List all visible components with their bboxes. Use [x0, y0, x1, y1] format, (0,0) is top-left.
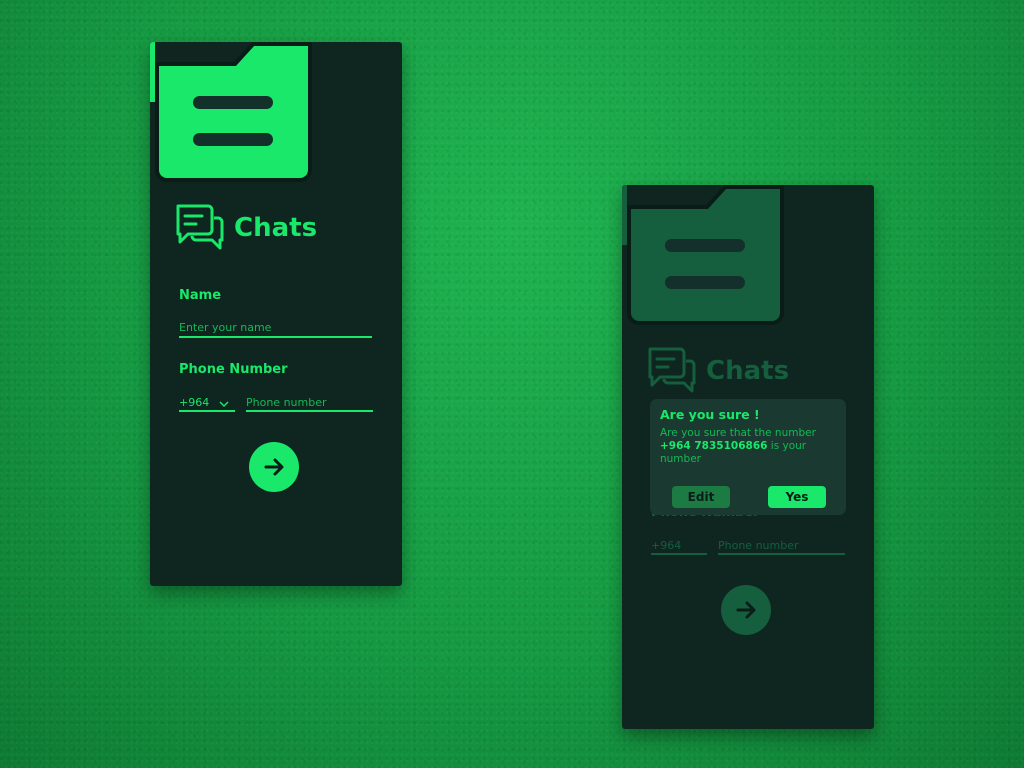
country-code-select[interactable]: +964 — [651, 535, 707, 555]
chat-bubbles-icon — [176, 204, 224, 250]
name-label: Name — [179, 288, 222, 303]
phone-input[interactable]: Phone number — [718, 535, 845, 555]
menu-icon-top — [665, 239, 745, 252]
phone-placeholder: Phone number — [718, 539, 799, 552]
dialog-title: Are you sure ! — [660, 407, 760, 422]
menu-card-notch — [155, 42, 257, 66]
phone-label: Phone Number — [179, 362, 288, 377]
menu-button[interactable] — [155, 42, 312, 182]
edit-button[interactable]: Edit — [672, 486, 730, 508]
title-row: Chats — [646, 345, 789, 397]
arrow-right-icon — [264, 458, 284, 476]
yes-button[interactable]: Yes — [768, 486, 826, 508]
next-button[interactable] — [721, 585, 771, 635]
arrow-right-icon — [736, 601, 756, 619]
confirm-dialog: Are you sure ! Are you sure that the num… — [650, 399, 846, 515]
page-title: Chats — [234, 213, 318, 243]
country-code-value: +964 — [651, 539, 682, 552]
chat-bubbles-icon — [648, 347, 696, 393]
menu-icon-top — [193, 96, 273, 109]
country-code-value: +964 — [179, 396, 210, 409]
menu-card-notch — [627, 185, 729, 209]
name-input[interactable]: Enter your name — [179, 318, 372, 338]
title-row: Chats — [174, 202, 317, 254]
dialog-message-prefix: Are you sure that the number — [660, 427, 816, 439]
name-placeholder: Enter your name — [179, 321, 272, 334]
confirm-screen: Chats Phone Number +964 Phone number Are… — [622, 185, 874, 729]
menu-button[interactable] — [627, 185, 784, 325]
phone-input[interactable]: Phone number — [246, 392, 373, 412]
dialog-phone-number: +964 7835106866 — [660, 440, 768, 452]
chevron-down-icon — [219, 401, 229, 408]
phone-placeholder: Phone number — [246, 396, 327, 409]
page-title: Chats — [706, 356, 790, 386]
next-button[interactable] — [249, 442, 299, 492]
menu-icon-bottom — [665, 276, 745, 289]
country-code-select[interactable]: +964 — [179, 392, 235, 412]
menu-icon-bottom — [193, 133, 273, 146]
dialog-message: Are you sure that the number +964 783510… — [660, 427, 836, 466]
login-screen: Chats Name Enter your name Phone Number … — [150, 42, 402, 586]
